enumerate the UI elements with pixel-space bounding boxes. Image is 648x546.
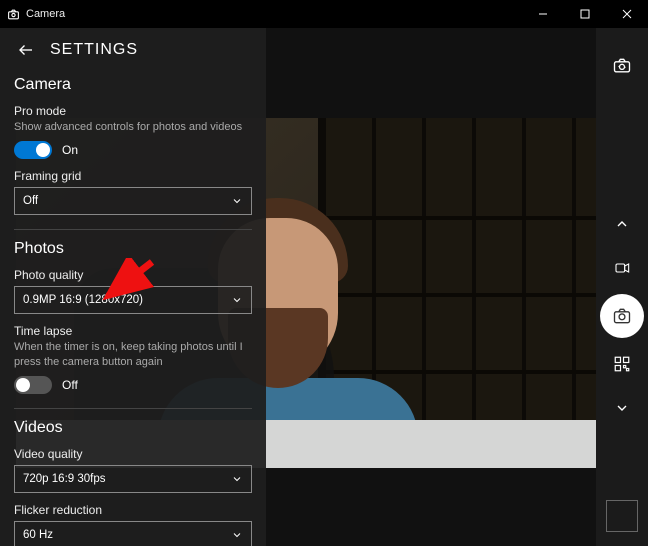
framing-grid-label: Framing grid [14,169,252,183]
settings-panel: SETTINGS Camera Pro mode Show advanced c… [0,28,266,546]
chevron-down-icon[interactable] [596,384,648,432]
flicker-label: Flicker reduction [14,503,252,517]
qr-mode-icon[interactable] [596,344,648,384]
framing-grid-value: Off [23,195,38,207]
framing-grid-select[interactable]: Off [14,187,252,215]
back-button[interactable] [14,38,38,62]
video-quality-select[interactable]: 720p 16:9 30fps [14,465,252,493]
video-mode-icon[interactable] [596,248,648,288]
close-button[interactable] [606,0,648,28]
video-quality-label: Video quality [14,447,252,461]
video-quality-setting: Video quality 720p 16:9 30fps [14,447,252,493]
photo-quality-value: 0.9MP 16:9 (1280x720) [23,294,143,306]
flicker-value: 60 Hz [23,529,53,541]
framing-grid-setting: Framing grid Off [14,169,252,215]
pro-mode-label: Pro mode [14,104,252,118]
time-lapse-label: Time lapse [14,324,252,338]
pro-mode-setting: Pro mode Show advanced controls for phot… [14,104,252,159]
title-bar: Camera [0,0,648,28]
right-control-bar [596,28,648,546]
panel-title: SETTINGS [50,41,138,59]
section-videos: Videos [14,419,252,437]
pro-mode-state: On [62,143,78,157]
video-quality-value: 720p 16:9 30fps [23,473,106,485]
app-icon [6,7,20,21]
photo-quality-label: Photo quality [14,268,252,282]
flicker-select[interactable]: 60 Hz [14,521,252,546]
last-capture-thumbnail[interactable] [606,500,638,532]
minimize-button[interactable] [522,0,564,28]
flicker-setting: Flicker reduction 60 Hz [14,503,252,546]
photo-quality-setting: Photo quality 0.9MP 16:9 (1280x720) [14,268,252,314]
time-lapse-toggle[interactable] [14,376,52,394]
chevron-up-icon[interactable] [596,200,648,248]
section-camera: Camera [14,76,252,94]
section-photos: Photos [14,240,252,258]
time-lapse-state: Off [62,378,78,392]
pro-mode-toggle[interactable] [14,141,52,159]
maximize-button[interactable] [564,0,606,28]
pro-mode-sublabel: Show advanced controls for photos and vi… [14,120,252,135]
time-lapse-sublabel: When the timer is on, keep taking photos… [14,340,252,370]
app-title: Camera [26,8,65,20]
switch-camera-icon[interactable] [596,46,648,86]
time-lapse-setting: Time lapse When the timer is on, keep ta… [14,324,252,394]
photo-quality-select[interactable]: 0.9MP 16:9 (1280x720) [14,286,252,314]
shutter-button[interactable] [600,294,644,338]
